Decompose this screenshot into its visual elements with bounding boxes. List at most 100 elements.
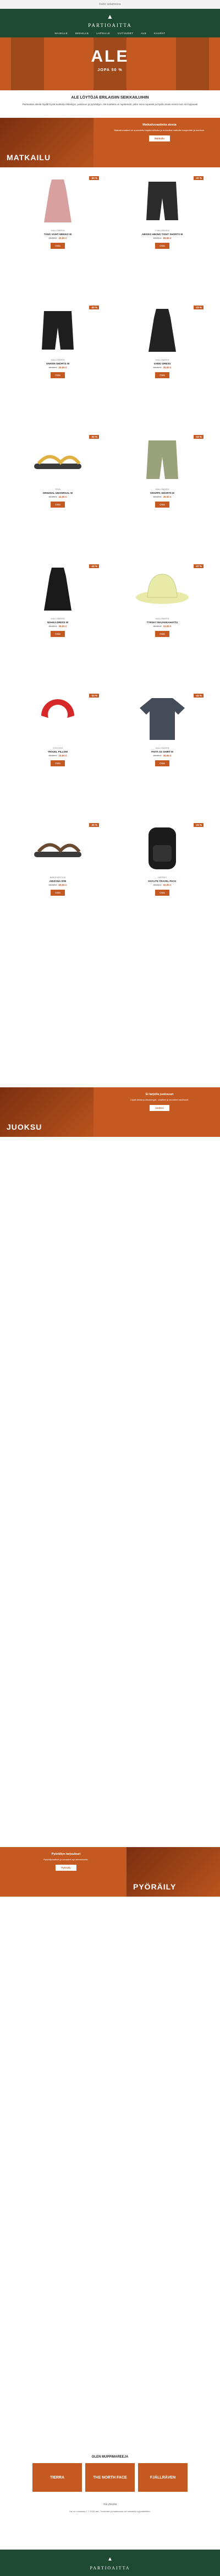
product-name[interactable]: KRAPPA SHORTS M xyxy=(116,492,209,494)
old-price: 59,90 € xyxy=(153,495,162,498)
sale-price: 59,95 € xyxy=(163,884,172,886)
buy-button[interactable]: Osta xyxy=(51,502,65,508)
brands-section: OLEN MUPPIMAREEJA TIERRA THE NORTH FACE … xyxy=(0,2455,220,2492)
product-brand: HALLOWEEN xyxy=(155,617,169,620)
category-description: Pyöräilyvaatteet ja varusteet nyt alennu… xyxy=(43,1858,89,1861)
product-brand: TEVA xyxy=(54,488,61,491)
buy-button[interactable]: Osta xyxy=(51,243,65,249)
intro-text: Partioaitan alesta löydät hyviä tuotteit… xyxy=(22,103,198,106)
category-banner[interactable]: PYÖRÄILY Pyöräilyn tarjoukset Pyöräilyvaat… xyxy=(0,1847,220,1897)
category-label: PYÖRÄILY xyxy=(133,1882,177,1891)
nav-item[interactable]: LAPSILLE xyxy=(96,32,110,35)
product-name[interactable]: NAHKA DRESS W xyxy=(11,621,105,624)
buy-button[interactable]: Osta xyxy=(51,890,65,896)
product-name[interactable]: PAITA SS SHIRT M xyxy=(116,750,209,753)
nav-item[interactable]: ALE xyxy=(141,32,146,35)
discount-badge: -30 % xyxy=(89,435,99,439)
buy-button[interactable]: Osta xyxy=(51,631,65,637)
buy-button[interactable]: Osta xyxy=(51,372,65,378)
category-button[interactable]: Pyöräily xyxy=(56,1864,76,1871)
discount-badge: -33 % xyxy=(194,823,204,827)
brand-tile-tierra[interactable]: TIERRA xyxy=(32,2463,82,2492)
sale-price: 69,95 € xyxy=(58,884,67,886)
product-card[interactable]: -30 % FJÄLLRÄVEN ABISKO HIKING TIGHT SHORT… xyxy=(116,176,209,249)
hero-banner[interactable]: ALE JOPA 50 % xyxy=(0,37,220,90)
buy-button[interactable]: Osta xyxy=(155,890,169,896)
product-card[interactable]: -42 % HALLOWEEN NAHKA DRESS W 69,90 €39,95 … xyxy=(11,564,105,638)
buy-button[interactable]: Osta xyxy=(155,243,169,249)
old-price: 59,90 € xyxy=(48,237,57,239)
sale-price: 39,95 € xyxy=(163,366,172,369)
category-button[interactable]: Matkailu xyxy=(148,135,170,141)
product-card[interactable]: -42 % HALLOWEEN PAITA SS SHIRT M 69,90 €39,… xyxy=(116,694,209,767)
product-card[interactable]: -30 % BIRKENSTOCK ARIZONA SFB 99,90 €69,95 … xyxy=(11,823,105,896)
buy-button[interactable]: Osta xyxy=(155,760,169,766)
sale-price: 24,95 € xyxy=(163,625,172,628)
buy-button[interactable]: Osta xyxy=(51,760,65,766)
product-image[interactable]: -33 % xyxy=(132,823,204,872)
product-image[interactable]: -30 % xyxy=(28,823,99,872)
product-card[interactable]: -40 % HALLOWEEN VAHVIN SHORTS W 49,90 €29,9… xyxy=(11,306,105,379)
sale-price: 19,95 € xyxy=(58,754,67,757)
product-price: 59,90 €39,95 € xyxy=(116,366,209,369)
preheader[interactable]: Katso selaimessa xyxy=(0,0,220,9)
brand-logo[interactable]: ▲ PARTIOAITTA xyxy=(0,13,220,30)
product-card[interactable]: -33 % COCOON TRAVEL PILLOW 29,90 €19,95 € Os… xyxy=(11,694,105,767)
product-image[interactable]: -50 % xyxy=(28,176,99,225)
product-card[interactable]: -50 % HALLOWEEN TÄNÄ VAIHT MEKKO W 59,90 €2… xyxy=(11,176,105,249)
footer-brand-name: PARTIOAITTA xyxy=(90,2566,130,2570)
product-name[interactable]: ORIGINAL UNIVERSAL W xyxy=(11,492,105,494)
footer: Ota yhteyttä Ale on voimassa 7.7.2025 as… xyxy=(0,2499,220,2576)
nav-item[interactable]: UUTUUDET xyxy=(118,32,134,35)
discount-badge: -37 % xyxy=(194,564,204,568)
category-button[interactable]: Juoksu xyxy=(150,1104,169,1111)
brand-tile-northface[interactable]: THE NORTH FACE xyxy=(85,2463,135,2492)
product-name[interactable]: ARIZONA SFB xyxy=(11,880,105,883)
buy-button[interactable]: Osta xyxy=(155,631,169,637)
category-text: Ei tarjolla juoksuun Löydä alesta juoksuk… xyxy=(110,1093,209,1112)
old-price: 99,90 € xyxy=(48,884,57,886)
discount-badge: -40 % xyxy=(89,306,99,309)
product-name[interactable]: TYRSKY MAJAKKAHATTU xyxy=(116,621,209,624)
product-card[interactable]: -37 % HALLOWEEN TYRSKY MAJAKKAHATTU 39,90 €… xyxy=(116,564,209,638)
product-image[interactable]: -30 % xyxy=(132,176,204,225)
nav-item[interactable]: KAUPAT xyxy=(154,32,165,35)
product-price: 99,90 €69,95 € xyxy=(11,884,105,886)
product-image[interactable]: -30 % xyxy=(28,435,99,483)
product-price: 89,90 €59,95 € xyxy=(116,884,209,886)
category-label: MATKAILU xyxy=(7,153,51,162)
product-card[interactable]: -33 % OSPREY DAYLITE TRAVEL PACK 89,90 €59,… xyxy=(116,823,209,896)
product-image[interactable]: -33 % xyxy=(132,435,204,483)
product-image[interactable]: -42 % xyxy=(28,564,99,613)
product-name[interactable]: ABISKO HIKING TIGHT SHORTS M xyxy=(116,233,209,236)
footer-link[interactable]: Ota yhteyttä xyxy=(0,2503,220,2506)
category-text: Pyöräilyn tarjoukset Pyöräilyvaatteet ja … xyxy=(16,1853,116,1871)
product-card[interactable]: -33 % HALLOWEEN VARIO DRESS 59,90 €39,95 € O… xyxy=(116,306,209,379)
product-name[interactable]: DAYLITE TRAVEL PACK xyxy=(116,880,209,883)
product-name[interactable]: TÄNÄ VAIHT MEKKO W xyxy=(11,233,105,236)
category-photo: PYÖRÄILY xyxy=(127,1847,220,1897)
product-image[interactable]: -33 % xyxy=(28,694,99,742)
product-name[interactable]: VAHVIN SHORTS W xyxy=(11,362,105,365)
product-name[interactable]: VARIO DRESS xyxy=(116,362,209,365)
product-image[interactable]: -33 % xyxy=(132,306,204,354)
old-price: 59,90 € xyxy=(153,366,162,369)
product-name[interactable]: TRAVEL PILLOW xyxy=(11,750,105,753)
product-card[interactable]: -30 % TEVA ORIGINAL UNIVERSAL W 64,90 €44,9… xyxy=(11,435,105,508)
footer-logo[interactable]: ▲ PARTIOAITTA xyxy=(0,2550,220,2576)
product-image[interactable]: -40 % xyxy=(28,306,99,354)
nav-item[interactable]: NAISILLE xyxy=(55,32,68,35)
product-price: 59,90 €29,95 € xyxy=(11,237,105,239)
sale-price: 44,95 € xyxy=(58,495,67,498)
brand-tile-fjallraven[interactable]: FJÄLLRÄVEN xyxy=(138,2463,188,2492)
nav-item[interactable]: MIEHILLE xyxy=(75,32,89,35)
category-banner[interactable]: MATKAILU Matkailuvaatteita alesta Matkailu… xyxy=(0,118,220,167)
category-banner[interactable]: JUOKSU Ei tarjolla juoksuun Löydä alesta j… xyxy=(0,1087,220,1137)
product-image[interactable]: -37 % xyxy=(132,564,204,613)
category-heading: Ei tarjolla juoksuun xyxy=(145,1093,174,1096)
product-card[interactable]: -33 % HALLOWEEN KRAPPA SHORTS M 59,90 €39,9… xyxy=(116,435,209,508)
buy-button[interactable]: Osta xyxy=(155,502,169,508)
product-image[interactable]: -42 % xyxy=(132,694,204,742)
buy-button[interactable]: Osta xyxy=(155,372,169,378)
product-brand: FJÄLLRÄVEN xyxy=(155,229,169,232)
